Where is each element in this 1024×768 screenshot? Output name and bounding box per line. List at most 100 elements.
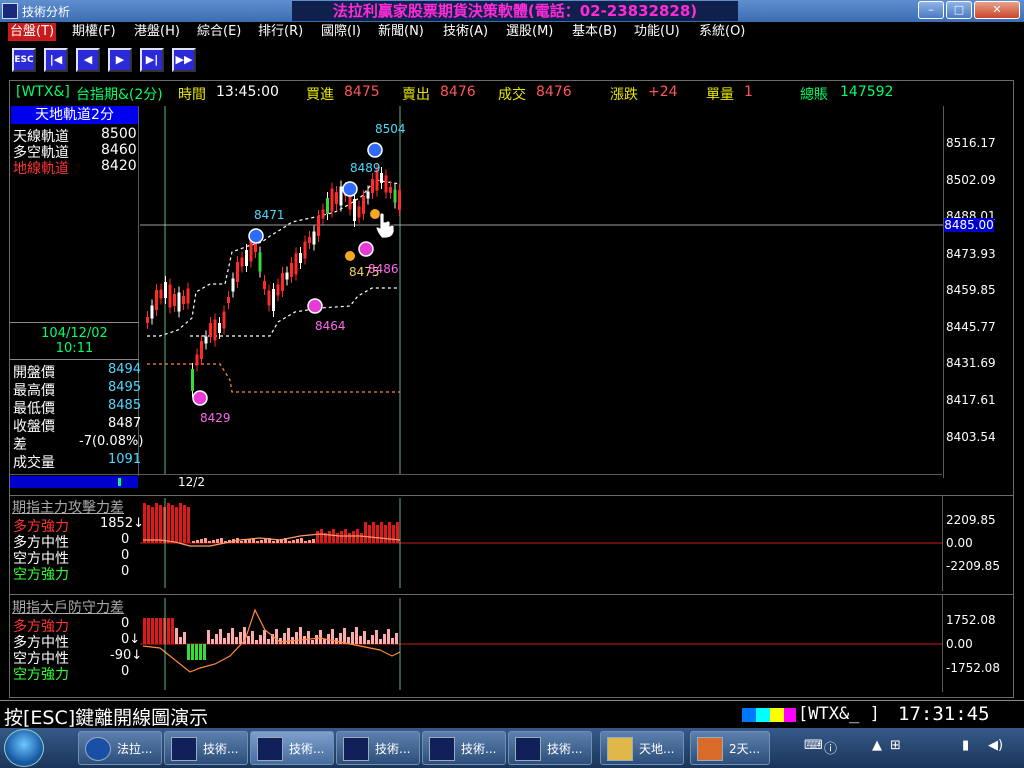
candle: [312, 231, 316, 245]
marker-label-8504: 8504: [375, 122, 406, 136]
sub1-row-value: 0: [121, 564, 130, 579]
taskbar-label: 技術...: [375, 742, 411, 756]
sub2-tick: 1752.08: [946, 613, 996, 627]
candle: [213, 319, 217, 341]
candle: [227, 297, 230, 303]
chart-app-icon: [343, 737, 369, 761]
sub2-row-label: 空方強力: [13, 667, 69, 683]
candle: [150, 305, 154, 319]
current-price-tag: 8485.00: [944, 218, 994, 232]
sell-marker-8504: 8504: [375, 122, 406, 136]
sub2-axis-border: [942, 594, 943, 692]
indicator-magenta: [784, 708, 796, 722]
candle: [303, 241, 307, 259]
taskbar-item[interactable]: 法拉...: [78, 731, 162, 765]
sub2-row-value: 0: [121, 616, 130, 631]
candle: [209, 323, 212, 337]
candle: [222, 311, 226, 329]
taskbar-item-active[interactable]: 技術...: [250, 731, 334, 765]
indicator-blue: [742, 708, 756, 722]
candle: [263, 281, 266, 289]
buy-signal-icon: [307, 298, 323, 314]
status-hint: 按[ESC]鍵離開線圖演示: [4, 707, 209, 729]
sub1-tick: 2209.85: [946, 513, 996, 527]
candle: [371, 179, 374, 193]
price-tick: 8431.69: [946, 356, 996, 370]
price-tick: 8502.09: [946, 173, 996, 187]
tray-expand-icon[interactable]: ▲: [872, 738, 882, 753]
candle: [326, 198, 329, 214]
windows-flag-icon[interactable]: ⊞: [890, 738, 901, 753]
candle: [218, 323, 221, 333]
keyboard-icon[interactable]: ⌨: [804, 738, 823, 753]
taskbar-item[interactable]: 2天...: [690, 731, 770, 765]
buy-signal-icon: [192, 390, 208, 406]
sub1-row-value: 0: [121, 548, 130, 563]
price-tick: 8417.61: [946, 393, 996, 407]
taskbar-item[interactable]: 技術...: [508, 731, 592, 765]
candle: [258, 252, 262, 272]
candle: [330, 188, 334, 212]
price-tick: 8403.54: [946, 430, 996, 444]
candle: [267, 290, 271, 306]
attack-panel: [10, 495, 1014, 591]
candle: [294, 253, 298, 275]
taskbar-label: 技術...: [203, 742, 239, 756]
scroll-thumb[interactable]: [118, 478, 121, 486]
candle: [168, 284, 172, 308]
help-icon[interactable]: ⓘ: [824, 738, 837, 757]
taskbar-label: 法拉...: [117, 742, 153, 756]
middle-track-line: [190, 287, 400, 337]
price-tick: 8445.77: [946, 320, 996, 334]
network-icon[interactable]: ▮: [962, 738, 969, 753]
taskbar-item[interactable]: 技術...: [336, 731, 420, 765]
taskbar-item[interactable]: 技術...: [164, 731, 248, 765]
candle: [321, 209, 325, 219]
taskbar-item[interactable]: 技術...: [422, 731, 506, 765]
candle: [191, 369, 194, 391]
sell-signal-icon: [248, 228, 264, 244]
marker-label-8464: 8464: [315, 319, 346, 333]
candle: [389, 187, 392, 193]
start-button[interactable]: [4, 729, 44, 767]
clock: 17:31:45: [898, 703, 990, 725]
taskbar-label: 天地...: [639, 742, 675, 756]
lower-track-line: [147, 363, 400, 393]
candle: [146, 317, 149, 323]
time-axis-label: 12/2: [178, 475, 205, 489]
marker-label-8429: 8429: [200, 411, 231, 425]
sell-signal-icon: [342, 181, 358, 197]
candle: [384, 175, 388, 193]
taskbar-label: 技術...: [547, 742, 583, 756]
taskbar-label: 技術...: [461, 742, 497, 756]
sub2-tick: 0.00: [946, 637, 973, 651]
candle: [366, 191, 370, 199]
indicator-cyan: [756, 708, 770, 722]
sell-signal-icon: [367, 142, 383, 158]
candle: [335, 192, 338, 204]
candle: [231, 278, 235, 292]
candle: [308, 237, 311, 243]
dot-signal-icon: [345, 251, 355, 261]
taskbar-item[interactable]: 天地...: [600, 731, 684, 765]
candle: [186, 288, 190, 304]
candle: [353, 199, 356, 221]
chart-scrollbar[interactable]: [10, 476, 138, 488]
candle: [159, 289, 163, 299]
sub1-row-value: 1852↓: [100, 516, 144, 531]
ticker-code: [WTX&_ ]: [798, 704, 880, 724]
candle: [200, 341, 203, 359]
app-f-icon: [85, 737, 111, 761]
candle: [155, 290, 158, 310]
candle: [164, 282, 167, 298]
taskbar-label: 技術...: [289, 742, 325, 756]
candle: [393, 189, 397, 203]
chart-app-icon: [257, 737, 283, 761]
presentation-icon: [697, 737, 723, 761]
candle: [317, 216, 320, 236]
folder-icon: [607, 737, 633, 761]
volume-icon[interactable]: ◀): [988, 738, 1003, 753]
candle: [362, 196, 365, 214]
sub1-tick: -2209.85: [946, 559, 1000, 573]
marker-label-8489: 8489: [350, 161, 381, 175]
